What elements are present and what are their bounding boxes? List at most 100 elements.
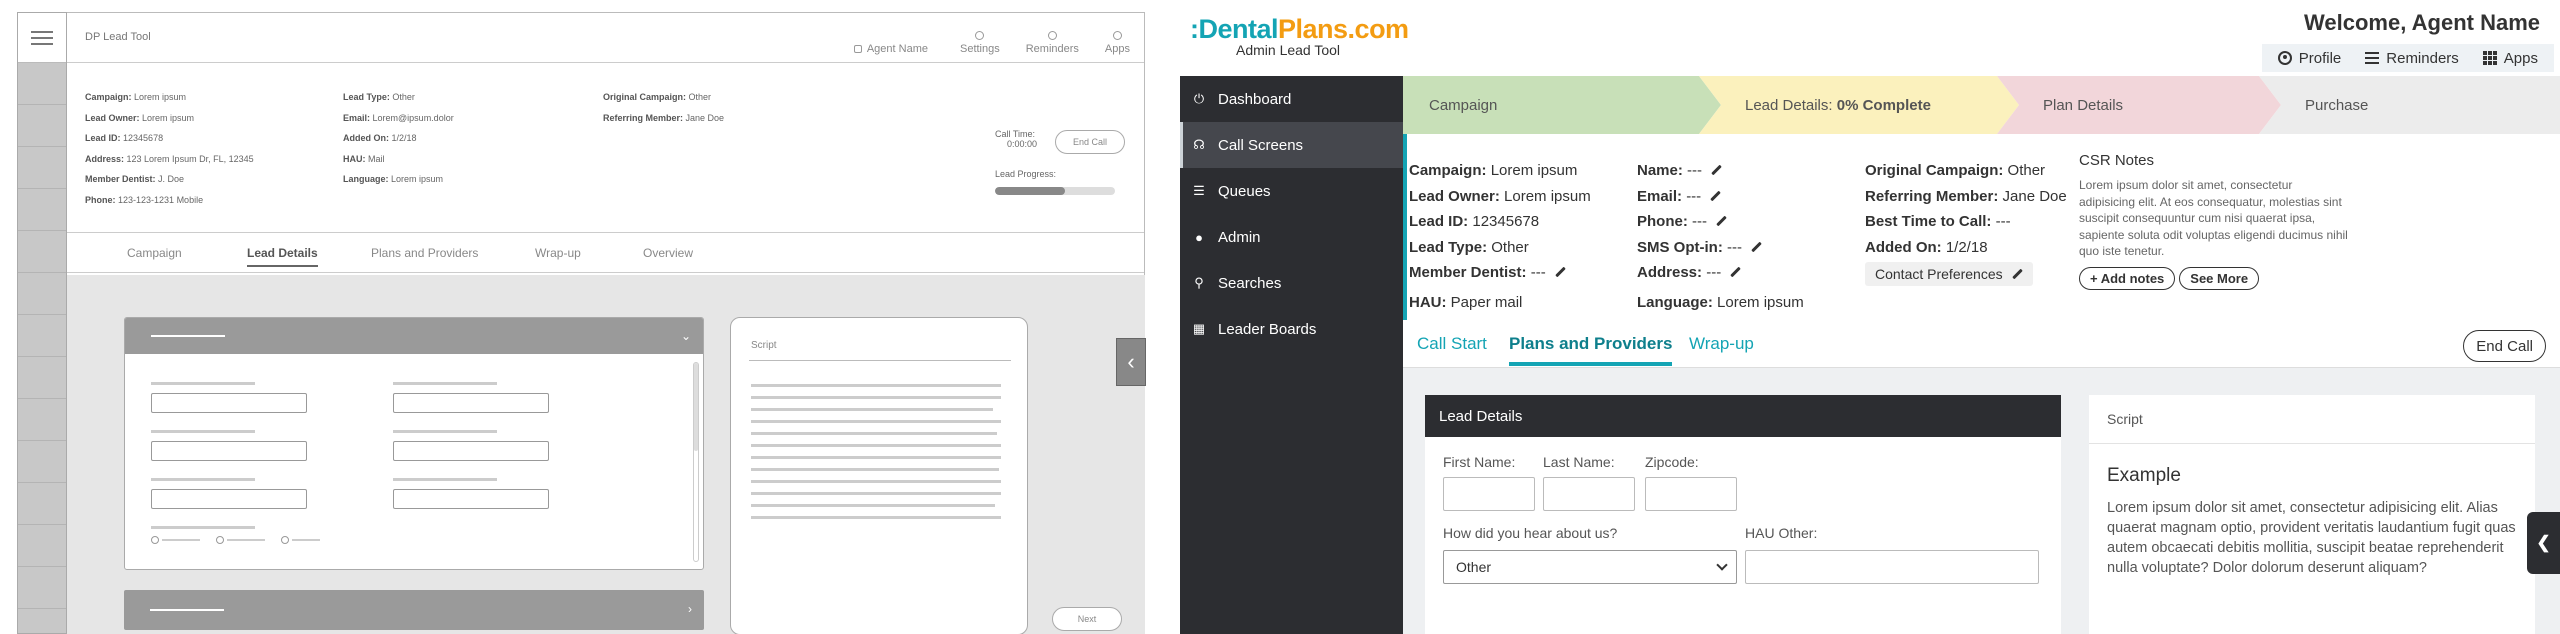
wireframe-tab-plans-and-providers[interactable]: Plans and Providers <box>371 246 478 260</box>
summary-referring-member: Referring Member: Jane Doe <box>1865 184 2067 210</box>
hamburger-icon <box>31 30 53 45</box>
wireframe-tab-lead-details[interactable]: Lead Details <box>247 246 318 267</box>
scrollbar-thumb[interactable] <box>694 363 698 451</box>
placeholder-line <box>150 609 224 611</box>
rail-cell[interactable] <box>18 441 66 483</box>
rail-cell[interactable] <box>18 231 66 273</box>
field-value: Other <box>2007 162 2046 179</box>
pencil-icon[interactable] <box>1555 267 1566 278</box>
wireframe-info-row: Campaign: Lorem ipsum <box>85 87 254 108</box>
tab-call-start[interactable]: Call Start <box>1417 334 1487 354</box>
sidebar-item-dashboard[interactable]: ⏻ Dashboard <box>1180 76 1403 122</box>
end-call-button[interactable]: End Call <box>2463 330 2546 362</box>
lead-progress-fill <box>995 187 1065 195</box>
sidebar-item-label: Leader Boards <box>1218 320 1317 338</box>
pencil-icon[interactable] <box>1711 165 1722 176</box>
tab-wrap-up[interactable]: Wrap-up <box>1689 334 1754 354</box>
rail-cell[interactable] <box>18 567 66 609</box>
summary-campaign: Campaign: Lorem ipsum <box>1409 158 1591 184</box>
summary-lead-id: Lead ID: 12345678 <box>1409 209 1591 235</box>
rail-cell[interactable] <box>18 147 66 189</box>
placeholder-line <box>151 478 255 481</box>
brand-logo[interactable]: :DentalPlans.com <box>1190 14 1409 45</box>
lead-details-panel: Lead Details First Name: Last Name: Zipc… <box>1425 395 2061 634</box>
wireframe-tab-overview[interactable]: Overview <box>643 246 693 260</box>
field-label: Lead Owner: <box>85 112 140 123</box>
tab-plans-and-providers[interactable]: Plans and Providers <box>1509 334 1673 366</box>
wireframe-next-button[interactable]: Next <box>1052 607 1122 631</box>
step-lead-details[interactable]: Lead Details: 0% Complete <box>1699 76 2019 134</box>
field-label: Name: <box>1637 162 1683 179</box>
field-label: Added On: <box>1865 238 1942 256</box>
chevron-down-icon: ⌄ <box>680 329 691 343</box>
wireframe-card-header[interactable]: ⌄ <box>125 318 703 354</box>
rail-cell[interactable] <box>18 525 66 567</box>
step-plan-details[interactable]: Plan Details <box>1997 76 2281 134</box>
rail-cell[interactable] <box>18 63 66 105</box>
wireframe-menu-button[interactable] <box>18 13 66 63</box>
pencil-icon[interactable] <box>1710 191 1721 202</box>
list-icon <box>2365 52 2380 64</box>
field-value: --- <box>1727 238 1742 256</box>
add-notes-button[interactable]: + Add notes <box>2079 266 2176 290</box>
step-purchase[interactable]: Purchase <box>2259 76 2560 134</box>
rail-cell[interactable] <box>18 399 66 441</box>
summary-added-on: Added On: 1/2/18 <box>1865 235 2067 261</box>
pencil-icon <box>2012 269 2023 280</box>
placeholder-input[interactable] <box>393 441 549 461</box>
zipcode-field[interactable] <box>1645 477 1737 511</box>
wireframe-radio[interactable] <box>151 536 200 544</box>
field-value: 12345678 <box>123 133 164 143</box>
first-name-field[interactable] <box>1443 477 1535 511</box>
see-more-button[interactable]: See More <box>2179 266 2260 290</box>
script-drawer-toggle[interactable]: ❮ <box>2527 512 2560 574</box>
hau-other-field[interactable] <box>1745 550 2039 584</box>
contact-preferences-button[interactable]: Contact Preferences <box>1865 262 2033 286</box>
rail-cell[interactable] <box>18 315 66 357</box>
pencil-icon[interactable] <box>1751 242 1762 253</box>
rail-cell[interactable] <box>18 273 66 315</box>
rail-cell[interactable] <box>18 357 66 399</box>
sidebar-item-queues[interactable]: ☰ Queues <box>1180 168 1403 214</box>
wireframe-radio[interactable] <box>281 536 320 544</box>
reminders-label: Reminders <box>2386 49 2459 67</box>
field-label: Language: <box>343 174 389 184</box>
rail-cell[interactable] <box>18 105 66 147</box>
wireframe-end-call-button[interactable]: End Call <box>1055 130 1125 154</box>
rail-cell[interactable] <box>18 189 66 231</box>
wireframe-tab-wrap-up[interactable]: Wrap-up <box>535 246 581 260</box>
reminders-link[interactable]: Reminders <box>2353 50 2471 67</box>
apps-link[interactable]: Apps <box>2471 50 2550 67</box>
field-label: Lead Owner: <box>1409 187 1500 205</box>
profile-link[interactable]: Profile <box>2266 50 2354 67</box>
step-label: Purchase <box>2305 96 2369 114</box>
sidebar-item-searches[interactable]: ⚲ Searches <box>1180 260 1403 306</box>
hear-about-us-select[interactable]: Other <box>1443 550 1737 584</box>
placeholder-input[interactable] <box>151 441 307 461</box>
wireframe-lead-info: Campaign: Lorem ipsum Lead Owner: Lorem i… <box>67 63 1144 233</box>
sidebar-item-admin[interactable]: ● Admin <box>1180 214 1403 260</box>
step-campaign[interactable]: Campaign <box>1403 76 1721 134</box>
wireframe-agent[interactable]: Agent Name <box>853 43 928 55</box>
sidebar-item-call-screens[interactable]: ☊ Call Screens <box>1180 122 1403 168</box>
wireframe-radio[interactable] <box>216 536 265 544</box>
placeholder-input[interactable] <box>393 489 549 509</box>
wireframe-apps[interactable]: Apps <box>1105 31 1130 55</box>
field-value: 123-123-1231 Mobile <box>118 194 204 205</box>
placeholder-input[interactable] <box>393 393 549 413</box>
pencil-icon[interactable] <box>1730 267 1741 278</box>
last-name-field[interactable] <box>1543 477 1635 511</box>
wireframe-tab-campaign[interactable]: Campaign <box>127 246 182 260</box>
wireframe-collapse-tab[interactable]: ‹ <box>1116 338 1146 386</box>
placeholder-input[interactable] <box>151 393 307 413</box>
sidebar-item-leader-boards[interactable]: ▦ Leader Boards <box>1180 306 1403 352</box>
pencil-icon[interactable] <box>1716 216 1727 227</box>
summary-hau: HAU: Paper mail <box>1409 290 1591 316</box>
placeholder-input[interactable] <box>151 489 307 509</box>
wireframe-reminders[interactable]: Reminders <box>1026 31 1079 55</box>
field-label: Referring Member: <box>1865 187 1999 205</box>
rail-cell[interactable] <box>18 483 66 525</box>
wireframe-settings[interactable]: Settings <box>960 31 1000 55</box>
wireframe-scrollbar[interactable] <box>693 362 699 562</box>
wireframe-collapsed-card[interactable]: › <box>124 590 704 630</box>
